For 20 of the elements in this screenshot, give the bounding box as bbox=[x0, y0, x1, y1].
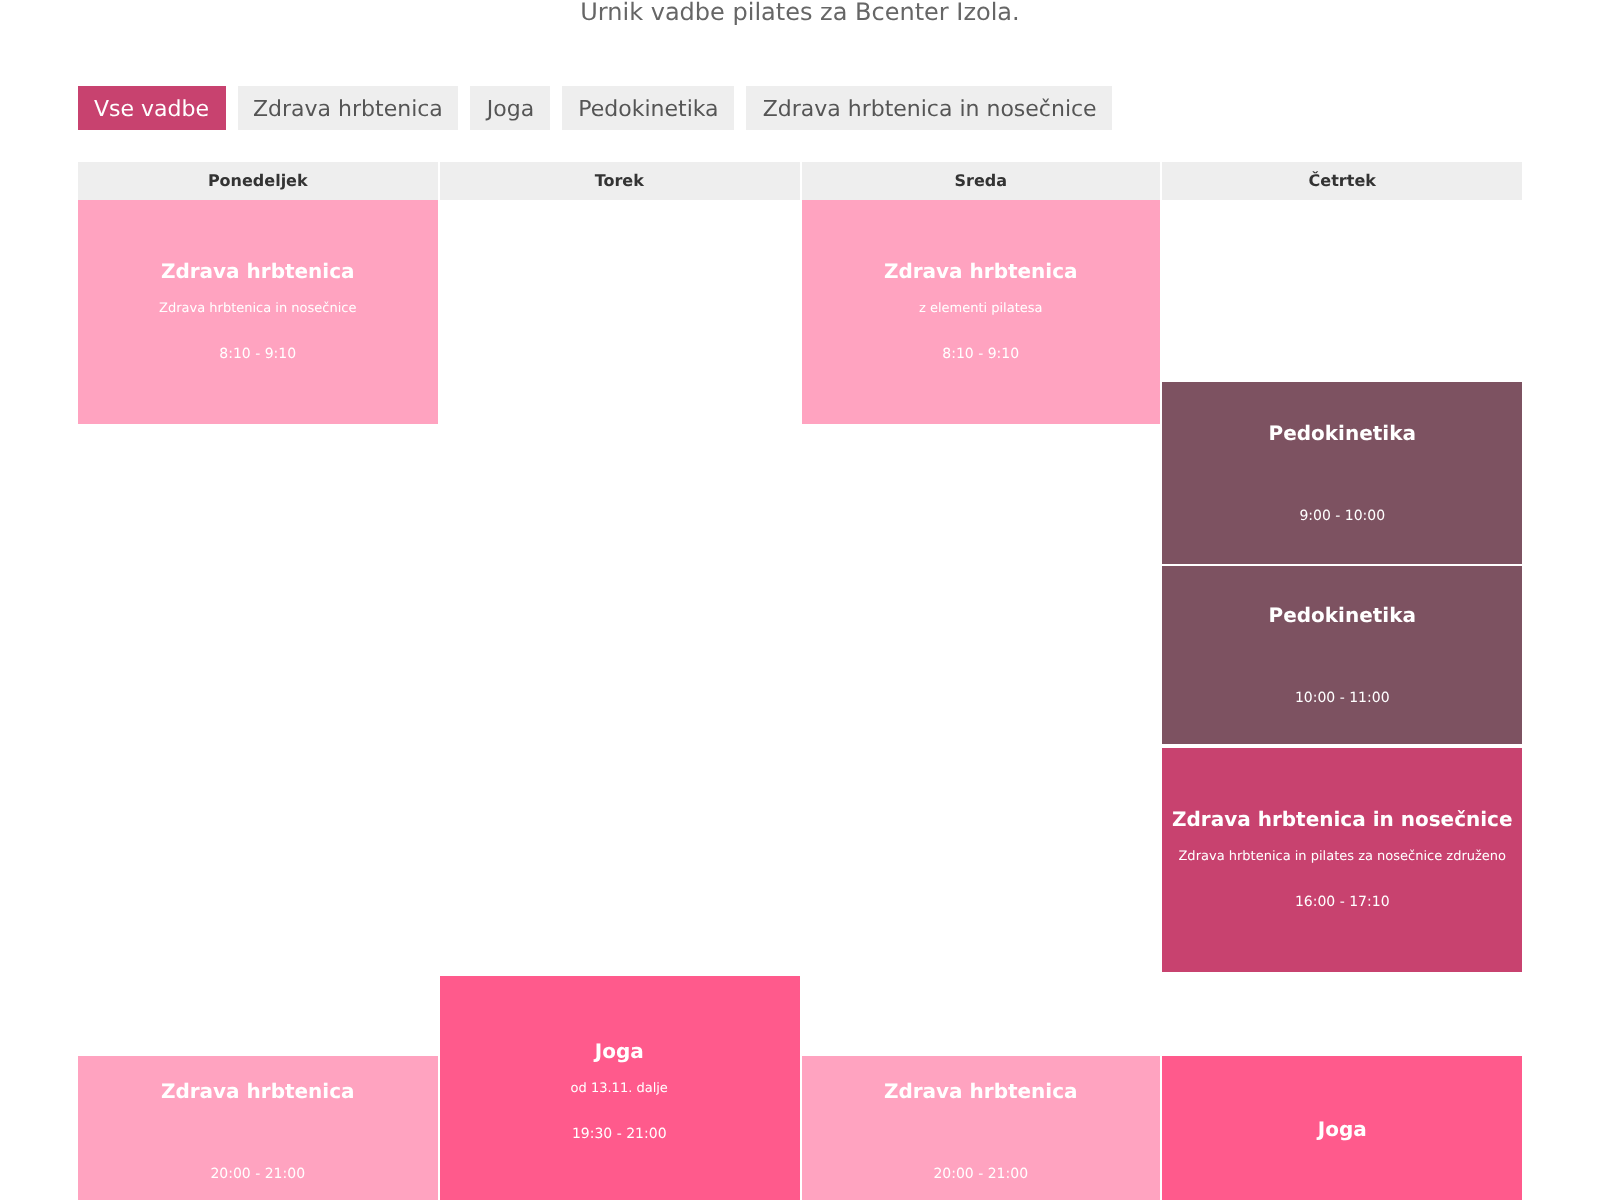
day-header: Ponedeljek bbox=[78, 162, 438, 200]
day-header: Sreda bbox=[801, 162, 1161, 200]
event-title: Zdrava hrbtenica bbox=[160, 260, 355, 288]
event-card[interactable]: Joga bbox=[1162, 1056, 1522, 1200]
event-title: Joga bbox=[1317, 1118, 1367, 1146]
day-header: Četrtek bbox=[1162, 162, 1522, 200]
event-title: Joga bbox=[594, 1040, 644, 1068]
filter-tab[interactable]: Pedokinetika bbox=[562, 86, 735, 130]
event-title: Pedokinetika bbox=[1268, 603, 1416, 631]
event-title: Zdrava hrbtenica bbox=[160, 1080, 355, 1108]
event-title: Zdrava hrbtenica bbox=[883, 260, 1078, 288]
event-title: Zdrava hrbtenica in nosečnice bbox=[1172, 808, 1513, 836]
event-title: Zdrava hrbtenica bbox=[883, 1080, 1078, 1108]
event-title: Pedokinetika bbox=[1268, 421, 1416, 449]
subtitle-text: Urnik vadbe pilates za Bcenter Izola. bbox=[578, 0, 1022, 24]
filter-tab[interactable]: Zdrava hrbtenica bbox=[237, 86, 459, 130]
filter-tab[interactable]: Joga bbox=[470, 86, 551, 130]
filter-tab[interactable]: Vse vadbe bbox=[78, 86, 226, 130]
filter-tab[interactable]: Zdrava hrbtenica in nosečnice bbox=[746, 86, 1113, 130]
day-header: Torek bbox=[439, 162, 799, 200]
